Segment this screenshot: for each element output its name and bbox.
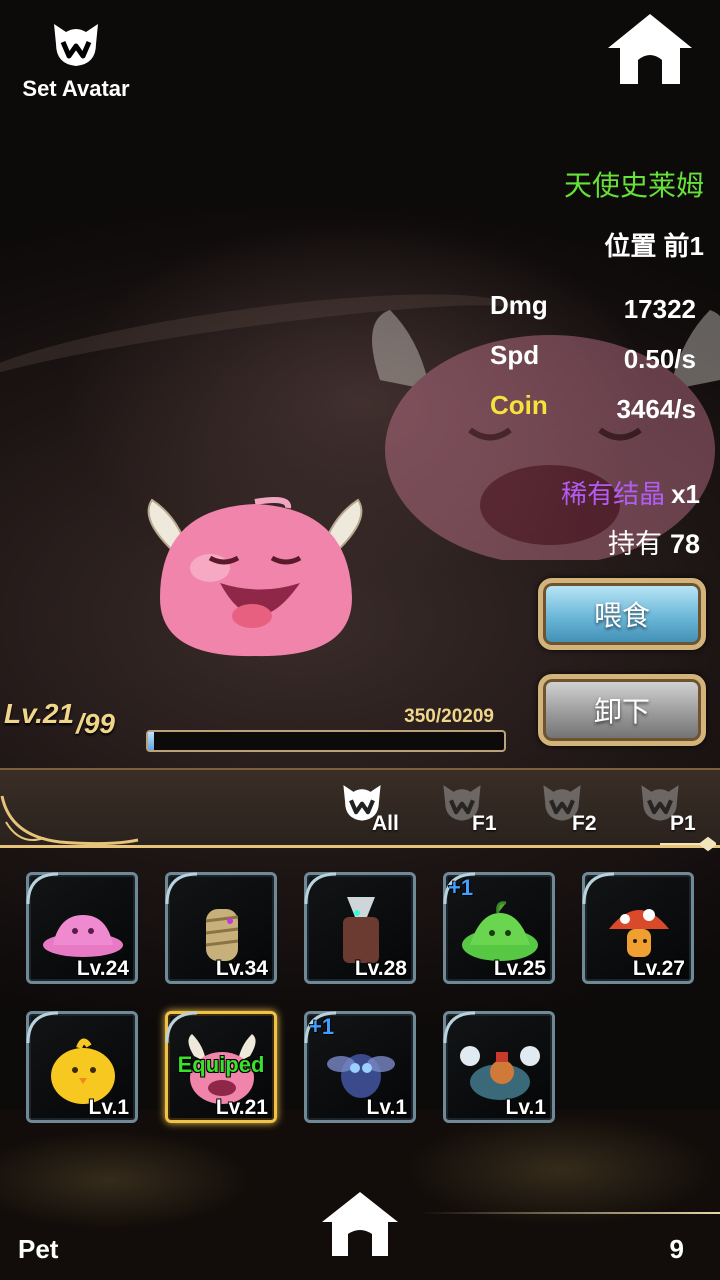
- pet-slot[interactable]: Lv.24: [26, 872, 138, 984]
- mushroom-icon: [609, 909, 669, 957]
- ghost-pet-illustration: [372, 310, 720, 560]
- filter-tab-label: F1: [472, 812, 497, 835]
- equipped-badge: Equiped: [177, 1052, 265, 1077]
- held-value: 78: [669, 529, 700, 559]
- rare-crystal-qty: x1: [671, 479, 700, 509]
- pet-slot[interactable]: Lv.1: [26, 1011, 138, 1123]
- pet-level: Lv.1: [505, 1096, 546, 1119]
- tree-spirit-icon: [343, 897, 379, 963]
- rare-crystal-label: 稀有结晶: [561, 479, 666, 509]
- filter-tab-label: F2: [572, 812, 597, 835]
- set-avatar-label: Set Avatar: [22, 76, 130, 101]
- pet-slot[interactable]: Lv.34: [165, 872, 277, 984]
- pet-slot[interactable]: Lv.27: [582, 872, 694, 984]
- pet-slot[interactable]: +1 Lv.1: [304, 1011, 416, 1123]
- section-label: Pet: [18, 1234, 59, 1264]
- level-max: /99: [76, 708, 115, 739]
- pet-level: Lv.1: [366, 1096, 407, 1119]
- pet-level: Lv.21: [215, 1096, 268, 1119]
- exp-progress-bar: [146, 730, 506, 752]
- stat-label: Spd: [490, 340, 540, 370]
- crab-icon: [460, 1046, 540, 1100]
- filter-tab-p1[interactable]: P1: [638, 778, 708, 838]
- pet-level: Lv.24: [76, 957, 129, 980]
- filter-tab-label: All: [372, 812, 399, 835]
- filter-tab-f1[interactable]: F1: [440, 778, 510, 838]
- pet-slot[interactable]: Equiped Lv.21: [165, 1011, 277, 1123]
- filter-tab-f2[interactable]: F2: [540, 778, 610, 838]
- exp-progress-fill: [148, 732, 155, 750]
- set-avatar-button[interactable]: Set Avatar: [14, 18, 138, 102]
- arrow-ornament-icon: [660, 836, 716, 852]
- upgrade-badge: +1: [448, 875, 474, 900]
- filter-tab-all[interactable]: All: [340, 778, 410, 838]
- pet-level: Lv.34: [215, 957, 268, 980]
- home-icon[interactable]: [606, 12, 694, 88]
- wolf-logo-icon: [54, 24, 98, 66]
- yellow-chick-icon: [51, 1038, 115, 1104]
- stat-value: 3464/s: [616, 394, 696, 424]
- pet-level: Lv.28: [354, 957, 407, 980]
- pink-blob-icon: [43, 915, 123, 957]
- stat-value: 17322: [623, 294, 696, 324]
- feed-button[interactable]: 喂食: [538, 578, 706, 650]
- stat-label: Dmg: [490, 290, 548, 320]
- pet-slot[interactable]: Lv.28: [304, 872, 416, 984]
- upgrade-badge: +1: [309, 1014, 335, 1039]
- stat-label: Coin: [490, 390, 548, 420]
- unequip-button[interactable]: 卸下: [538, 674, 706, 746]
- level-display: Lv.21/99: [4, 698, 115, 739]
- home-icon[interactable]: [320, 1190, 400, 1260]
- level-current: Lv.21: [4, 698, 75, 729]
- filter-tab-label: P1: [670, 812, 696, 835]
- pet-count: 9: [669, 1234, 684, 1264]
- pet-level: Lv.1: [88, 1096, 129, 1119]
- pet-position: 位置 前1: [604, 231, 704, 261]
- pet-slot[interactable]: +1 Lv.25: [443, 872, 555, 984]
- angel-slime-illustration: [147, 497, 363, 657]
- held-count: 持有 78: [608, 522, 700, 561]
- stat-value: 0.50/s: [623, 344, 696, 374]
- pet-level: Lv.27: [632, 957, 685, 980]
- rare-crystal: 稀有结晶 x1: [561, 474, 700, 511]
- pet-slot[interactable]: Lv.1: [443, 1011, 555, 1123]
- exp-text: 350/20209: [404, 706, 494, 727]
- held-label: 持有: [607, 529, 662, 559]
- pet-name: 天使史莱姆: [563, 170, 704, 201]
- pet-level: Lv.25: [493, 957, 546, 980]
- footer-divider: [420, 1212, 720, 1214]
- mummy-icon: [205, 909, 239, 961]
- swirl-ornament-icon: [0, 795, 139, 846]
